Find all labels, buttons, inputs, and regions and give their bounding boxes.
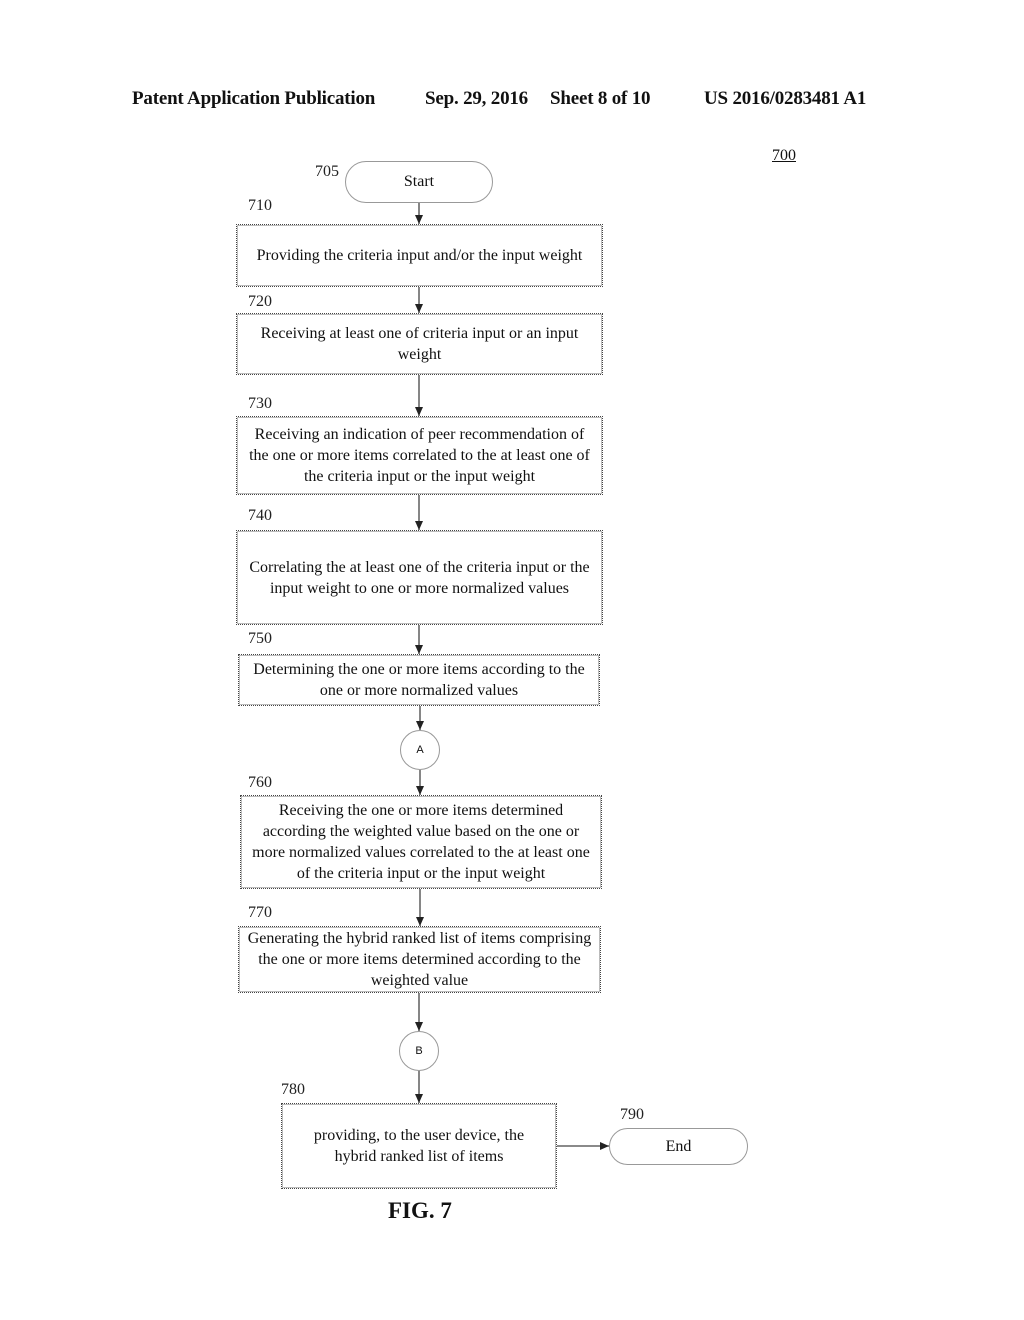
step-760-ref: 760: [248, 774, 272, 791]
end-label: End: [665, 1137, 692, 1155]
start-label: Start: [403, 173, 435, 190]
step-780-ref: 780: [281, 1081, 305, 1098]
step-760-text: Receiving the one or more items determin…: [252, 802, 590, 882]
step-780-box: providing, to the user device, the hybri…: [281, 1103, 557, 1189]
step-760-box: Receiving the one or more items determin…: [240, 795, 602, 889]
connector-a: A: [400, 730, 440, 770]
step-730-ref: 730: [248, 395, 272, 412]
step-740-box: Correlating the at least one of the crit…: [236, 530, 603, 625]
step-770-text: Generating the hybrid ranked list of ite…: [247, 930, 592, 989]
step-750-text: Determining the one or more items accord…: [253, 661, 585, 699]
step-730-box: Receiving an indication of peer recommen…: [236, 416, 603, 495]
connector-b-label: B: [415, 1045, 423, 1057]
end-terminal: End: [609, 1128, 748, 1165]
step-770-ref: 770: [248, 904, 272, 921]
step-710-text: Providing the criteria input and/or the …: [256, 247, 583, 264]
step-710-box: Providing the criteria input and/or the …: [236, 224, 603, 287]
step-740-ref: 740: [248, 507, 272, 524]
step-720-box: Receiving at least one of criteria input…: [236, 313, 603, 375]
start-ref: 705: [315, 163, 339, 180]
connector-a-label: A: [416, 744, 424, 756]
figure-caption: FIG. 7: [388, 1198, 452, 1223]
step-780-text: providing, to the user device, the hybri…: [313, 1127, 525, 1165]
end-ref: 790: [620, 1106, 644, 1123]
step-720-ref: 720: [248, 293, 272, 310]
connector-b: B: [399, 1031, 439, 1071]
step-750-box: Determining the one or more items accord…: [238, 654, 600, 706]
step-750-ref: 750: [248, 630, 272, 647]
step-710-ref: 710: [248, 197, 272, 214]
step-730-text: Receiving an indication of peer recommen…: [249, 426, 590, 485]
start-terminal: Start: [345, 161, 493, 203]
step-720-text: Receiving at least one of criteria input…: [260, 325, 579, 363]
step-740-text: Correlating the at least one of the crit…: [249, 558, 590, 597]
step-770-box: Generating the hybrid ranked list of ite…: [238, 926, 601, 993]
